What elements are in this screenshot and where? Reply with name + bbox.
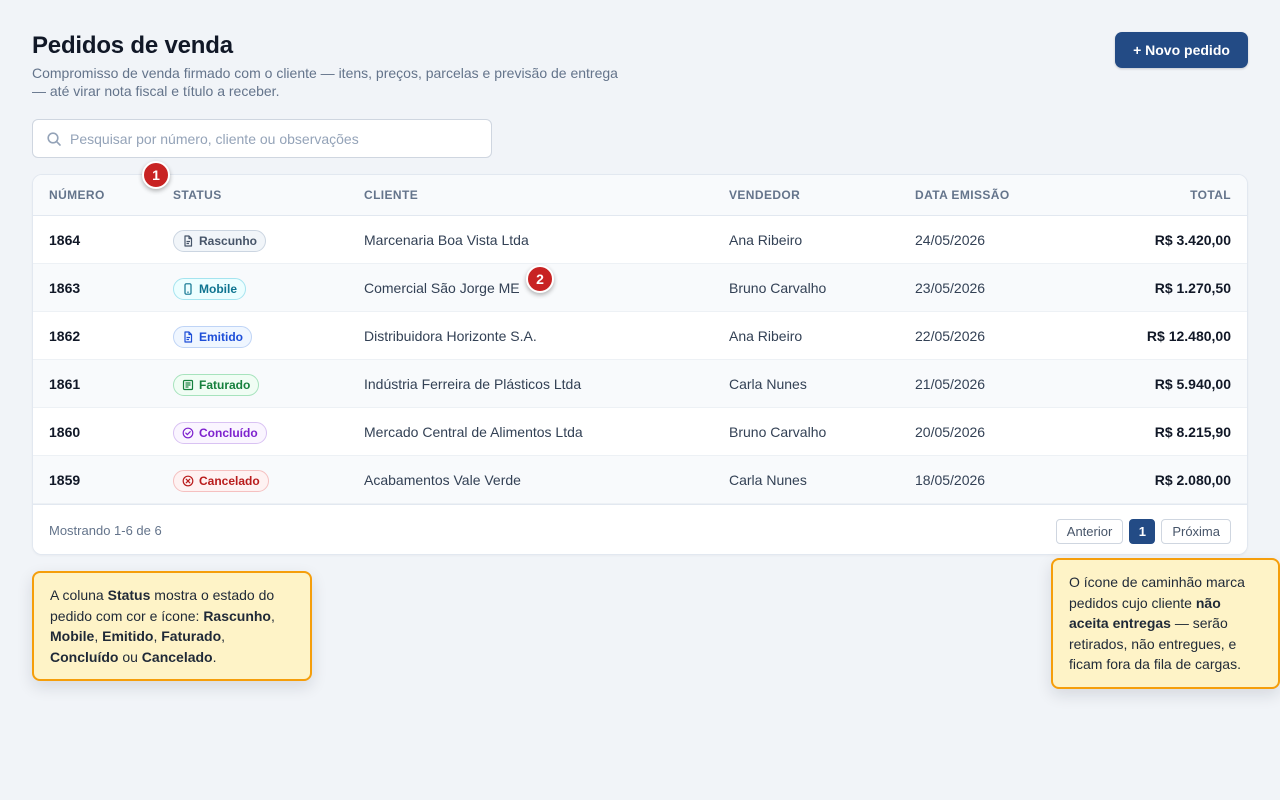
table-header: NÚMERO STATUS CLIENTE VENDEDOR DATA EMIS… [33, 175, 1247, 216]
cell-vendedor: Ana Ribeiro [729, 328, 803, 344]
callout-text: Mobile [50, 628, 95, 644]
document-icon [182, 331, 194, 343]
callout-text: A coluna [50, 587, 108, 603]
smartphone-icon [182, 283, 194, 296]
cell-vendedor: Bruno Carvalho [729, 424, 827, 440]
column-header-numero[interactable]: NÚMERO [49, 175, 105, 216]
truck-callout: O ícone de caminhão marca pedidos cujo c… [1051, 558, 1280, 689]
cell-data-emissao: 23/05/2026 [915, 280, 986, 296]
cell-total: R$ 2.080,00 [1154, 472, 1231, 488]
cell-data-emissao: 18/05/2026 [915, 472, 986, 488]
callout-text: , [271, 607, 275, 624]
table-row[interactable]: 1859 Cancelado Acabamentos Vale Verde Carla… [33, 456, 1247, 504]
cell-status: Rascunho [173, 216, 267, 264]
table-row[interactable]: 1862 Emitido Distribuidora Horizonte S.A. A… [33, 312, 1247, 360]
cell-data-emissao: 21/05/2026 [915, 376, 986, 392]
status-label: Emitido [199, 330, 243, 345]
cell-numero: 1859 [49, 472, 81, 488]
status-label: Concluído [199, 426, 258, 441]
cell-data-emissao: 20/05/2026 [915, 424, 986, 440]
cell-cliente: Indústria Ferreira de Plásticos Ltda [364, 376, 582, 392]
callout-text: Concluído [50, 648, 119, 665]
column-header-data-emissao[interactable]: DATA EMISSÃO [915, 175, 1010, 216]
search-input[interactable] [70, 130, 491, 147]
callout-text: Cancelado [141, 648, 213, 665]
previous-page-button[interactable]: Anterior [1055, 519, 1124, 544]
status-badge: Mobile [173, 278, 246, 301]
cell-cliente: Marcenaria Boa Vista Ltda [364, 232, 529, 248]
table-row[interactable]: 1864 Rascunho Marcenaria Boa Vista Ltda Ana… [33, 216, 1247, 264]
receipt-icon [182, 379, 194, 391]
status-label: Rascunho [199, 234, 258, 249]
status-callout: A coluna Status mostra o estado do pedid… [32, 571, 312, 681]
cell-total: R$ 5.940,00 [1154, 376, 1231, 392]
cell-numero: 1860 [49, 424, 81, 440]
status-label: Faturado [199, 378, 251, 393]
status-badge: Cancelado [173, 470, 269, 493]
table-row[interactable]: 1860 Concluído Mercado Central de Alimento… [33, 408, 1247, 456]
annotation-marker-2: 2 [526, 265, 554, 293]
callout-text: , [221, 628, 226, 644]
callout-text: , [94, 628, 103, 644]
status-label: Cancelado [199, 474, 260, 489]
cell-cliente: Distribuidora Horizonte S.A. [364, 328, 537, 344]
annotation-marker-1: 1 [142, 161, 170, 189]
cell-cliente: Acabamentos Vale Verde [364, 472, 521, 488]
page-1-button[interactable]: 1 [1129, 519, 1156, 544]
page-subtitle: Compromisso de venda firmado com o clien… [32, 65, 618, 99]
orders-table: NÚMERO STATUS CLIENTE VENDEDOR DATA EMIS… [32, 174, 1248, 555]
pagination: Anterior 1 Próxima [1055, 519, 1231, 544]
cell-status: Faturado [173, 360, 260, 408]
cell-vendedor: Carla Nunes [729, 376, 807, 392]
callout-text: Rascunho [203, 607, 271, 624]
callout-text: ou [118, 648, 142, 665]
cell-vendedor: Bruno Carvalho [729, 280, 827, 296]
cell-total: R$ 3.420,00 [1154, 232, 1231, 248]
column-header-cliente[interactable]: CLIENTE [364, 175, 418, 216]
search-icon [46, 131, 62, 147]
cell-cliente: Mercado Central de Alimentos Ltda [364, 424, 583, 440]
x-circle-icon [182, 475, 194, 487]
document-icon [182, 235, 194, 247]
column-header-vendedor[interactable]: VENDEDOR [729, 175, 800, 216]
callout-text: . [212, 648, 217, 665]
cell-data-emissao: 22/05/2026 [915, 328, 986, 344]
cell-data-emissao: 24/05/2026 [915, 232, 986, 248]
cell-numero: 1861 [49, 376, 81, 392]
callout-text: Status [107, 587, 151, 603]
callout-text: Faturado [161, 628, 222, 644]
column-header-total[interactable]: TOTAL [1190, 175, 1231, 216]
search-box[interactable] [32, 119, 492, 158]
status-badge: Faturado [173, 374, 260, 397]
cell-numero: 1863 [49, 280, 81, 296]
page-title: Pedidos de venda [32, 32, 233, 59]
status-badge: Concluído [173, 422, 267, 445]
cell-vendedor: Carla Nunes [729, 472, 807, 488]
cell-status: Cancelado [173, 456, 269, 504]
pagination-summary: Mostrando 1-6 de 6 [49, 523, 162, 538]
cell-status: Emitido [173, 312, 252, 360]
status-badge: Emitido [173, 326, 252, 349]
callout-text: Emitido [102, 628, 154, 644]
cell-cliente: Comercial São Jorge ME [364, 280, 520, 296]
check-circle-icon [182, 427, 194, 439]
new-order-button[interactable]: + Novo pedido [1115, 32, 1248, 68]
status-badge: Rascunho [173, 230, 267, 253]
table-row[interactable]: 1861 Faturado Indústria Ferreira de Plásti… [33, 360, 1247, 408]
cell-total: R$ 1.270,50 [1154, 280, 1231, 296]
table-row[interactable]: 1863 Mobile Comercial São Jorge ME Bruno Ca… [33, 264, 1247, 312]
cell-total: R$ 8.215,90 [1154, 424, 1231, 440]
cell-status: Mobile [173, 264, 246, 312]
table-footer: Mostrando 1-6 de 6 Anterior 1 Próxima [33, 504, 1247, 554]
next-page-button[interactable]: Próxima [1161, 519, 1231, 544]
cell-total: R$ 12.480,00 [1146, 328, 1231, 344]
cell-numero: 1864 [49, 232, 81, 248]
cell-vendedor: Ana Ribeiro [729, 232, 803, 248]
cell-status: Concluído [173, 408, 267, 456]
status-label: Mobile [199, 282, 237, 297]
cell-numero: 1862 [49, 328, 81, 344]
column-header-status[interactable]: STATUS [173, 175, 222, 216]
